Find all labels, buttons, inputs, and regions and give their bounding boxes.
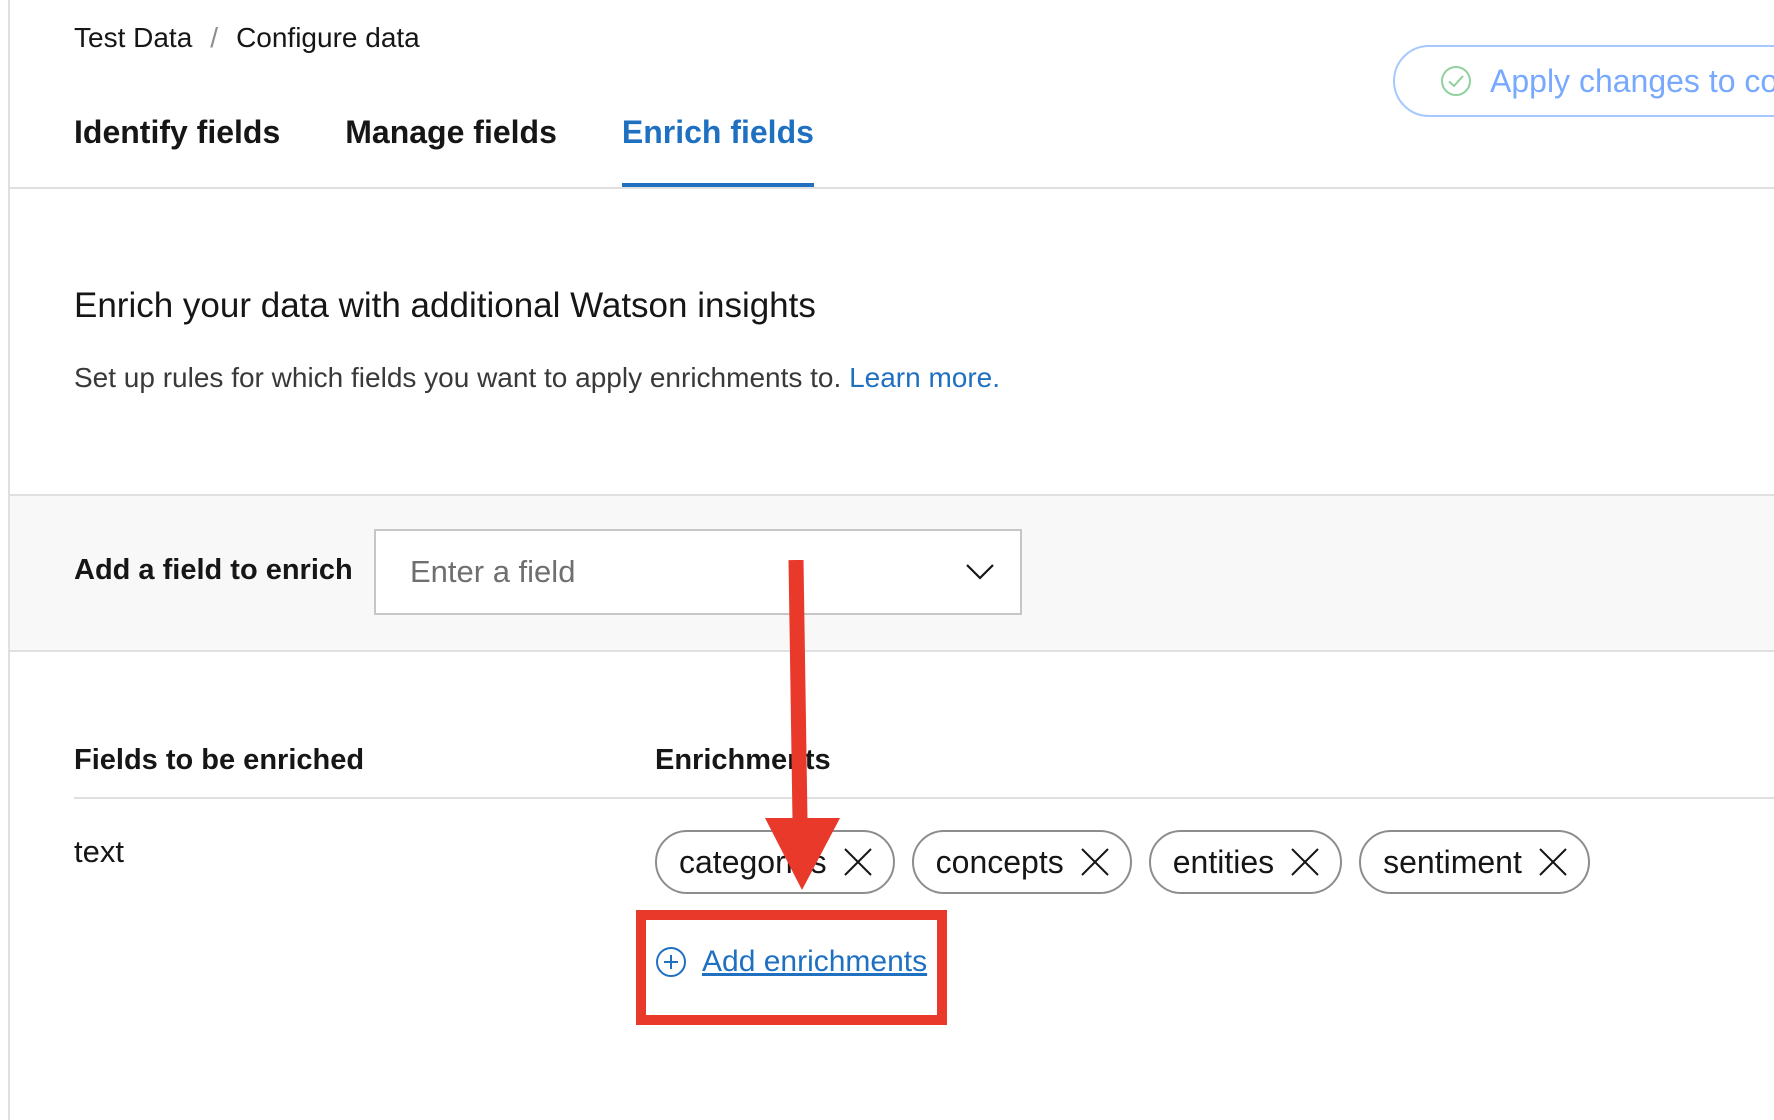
tag-label: categories [679, 843, 827, 880]
tab-enrich-fields[interactable]: Enrich fields [621, 108, 814, 188]
tab-manage-fields[interactable]: Manage fields [345, 108, 557, 188]
chevron-down-icon [966, 564, 994, 580]
enrichment-tag-concepts: concepts [911, 830, 1132, 894]
breadcrumb-root[interactable]: Test Data [74, 22, 192, 54]
apply-changes-label: Apply changes to co [1490, 62, 1774, 99]
enrichment-tag-sentiment: sentiment [1359, 830, 1590, 894]
enrichment-tag-list: categories concepts entities sentiment [655, 830, 1607, 894]
close-icon[interactable] [841, 845, 875, 879]
breadcrumb-current: Configure data [236, 22, 420, 53]
tag-label: concepts [935, 843, 1064, 880]
column-header-enrichments: Enrichments [655, 744, 831, 776]
field-dropdown-placeholder: Enter a field [410, 554, 576, 589]
add-enrichments-link[interactable]: Add enrichments [655, 945, 927, 979]
table-header-divider [74, 797, 1774, 799]
learn-more-link[interactable]: Learn more. [849, 362, 1000, 393]
column-header-fields: Fields to be enriched [74, 744, 365, 776]
breadcrumb-separator: / [210, 22, 219, 53]
tab-identify-fields[interactable]: Identify fields [74, 108, 280, 188]
description-text: Set up rules for which fields you want t… [74, 362, 842, 393]
breadcrumb: Test Data / Configure data [74, 22, 420, 54]
close-icon[interactable] [1536, 845, 1570, 879]
close-icon[interactable] [1288, 845, 1322, 879]
tag-label: sentiment [1383, 843, 1522, 880]
page: Test Data / Configure data Apply changes… [0, 0, 1774, 1120]
field-name: text [74, 834, 124, 869]
enrichment-tag-categories: categories [655, 830, 895, 894]
enrichment-tag-entities: entities [1148, 830, 1343, 894]
add-field-label: Add a field to enrich [74, 554, 353, 586]
add-circle-icon [656, 947, 686, 977]
section-heading: Enrich your data with additional Watson … [74, 286, 816, 325]
add-enrichments-label: Add enrichments [702, 945, 928, 978]
tag-label: entities [1172, 843, 1275, 880]
section-description: Set up rules for which fields you want t… [74, 362, 1000, 394]
apply-changes-button[interactable]: Apply changes to co [1393, 45, 1774, 117]
close-icon[interactable] [1078, 845, 1112, 879]
tab-bar: Identify fields Manage fields Enrich fie… [74, 108, 879, 188]
add-field-panel: Add a field to enrich Enter a field [10, 494, 1774, 652]
check-circle-icon [1441, 66, 1471, 96]
field-dropdown[interactable]: Enter a field [374, 529, 1022, 615]
tab-divider [10, 187, 1774, 189]
